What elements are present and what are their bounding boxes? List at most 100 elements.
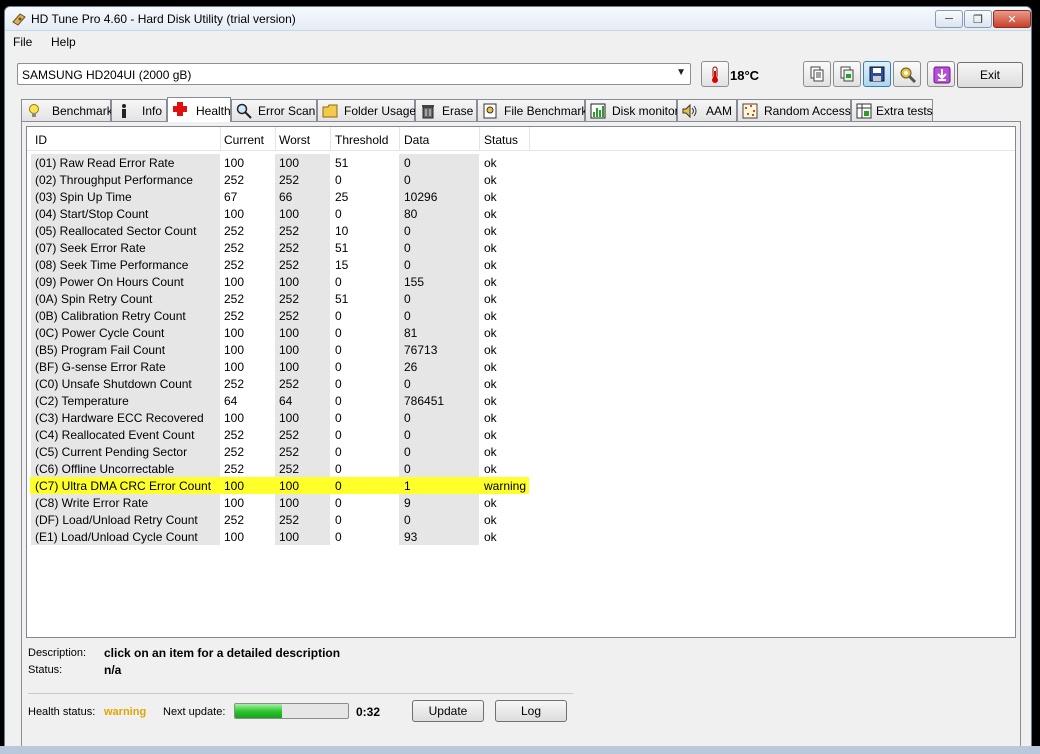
status-label: Status:	[28, 664, 63, 676]
tab-error-scan[interactable]: Error Scan	[231, 99, 317, 121]
column-divider[interactable]	[479, 127, 480, 151]
cell-id: (02) Throughput Performance	[31, 171, 220, 188]
update-button[interactable]: Update	[412, 700, 484, 722]
download-button[interactable]	[927, 61, 955, 87]
tab-random-access[interactable]: Random Access	[737, 99, 851, 121]
column-header-current[interactable]: Current	[224, 133, 264, 147]
table-row[interactable]: (BF) G-sense Error Rate 100 100 0 26 ok	[27, 358, 1015, 375]
column-header-threshold[interactable]: Threshold	[335, 133, 388, 147]
trash-icon	[422, 105, 434, 119]
exit-button[interactable]: Exit	[957, 62, 1023, 88]
table-row[interactable]: (02) Throughput Performance 252 252 0 0 ok	[27, 171, 1015, 188]
table-row[interactable]: (C0) Unsafe Shutdown Count 252 252 0 0 ok	[27, 375, 1015, 392]
table-row[interactable]: (C5) Current Pending Sector 252 252 0 0 ok	[27, 443, 1015, 460]
tab-folder-usage[interactable]: Folder Usage	[317, 99, 416, 121]
column-header-data[interactable]: Data	[404, 133, 429, 147]
cell-threshold: 15	[335, 258, 349, 272]
copy-screenshot-icon	[840, 66, 854, 82]
cell-id: (BF) G-sense Error Rate	[31, 358, 220, 375]
options-button[interactable]	[893, 61, 921, 87]
tab-aam[interactable]: AAM	[677, 99, 737, 121]
menu-file[interactable]: File	[13, 35, 32, 49]
menu-help[interactable]: Help	[51, 35, 76, 49]
close-button[interactable]: ✕	[993, 10, 1031, 28]
maximize-button[interactable]: ❐	[964, 10, 992, 28]
cell-id: (C7) Ultra DMA CRC Error Count	[35, 479, 212, 493]
tab-erase[interactable]: Erase	[415, 99, 477, 121]
table-row[interactable]: (C4) Reallocated Event Count 252 252 0 0 ok	[27, 426, 1015, 443]
wrench-gear-icon	[900, 67, 917, 84]
cell-data: 81	[399, 324, 479, 341]
column-divider[interactable]	[330, 127, 331, 151]
column-header-id[interactable]: ID	[35, 133, 47, 147]
cell-id: (C5) Current Pending Sector	[31, 443, 220, 460]
column-header-worst[interactable]: Worst	[279, 133, 310, 147]
save-button[interactable]	[863, 61, 891, 87]
table-row[interactable]: (09) Power On Hours Count 100 100 0 155 ok	[27, 273, 1015, 290]
temperature-button[interactable]	[701, 61, 729, 87]
smart-attributes-table[interactable]: ID Current Worst Threshold Data Status (…	[26, 126, 1016, 638]
table-row[interactable]: (03) Spin Up Time 67 66 25 10296 ok	[27, 188, 1015, 205]
table-header: ID Current Worst Threshold Data Status	[27, 127, 1015, 151]
column-divider[interactable]	[529, 127, 530, 151]
red-cross-icon	[173, 102, 187, 116]
column-header-status[interactable]: Status	[484, 133, 518, 147]
table-row[interactable]: (DF) Load/Unload Retry Count 252 252 0 0 ok	[27, 511, 1015, 528]
cell-data: 0	[399, 511, 479, 528]
cell-current: 252	[224, 462, 245, 476]
table-row[interactable]: (05) Reallocated Sector Count 252 252 10 0 ok	[27, 222, 1015, 239]
table-row[interactable]: (01) Raw Read Error Rate 100 100 51 0 ok	[27, 154, 1015, 171]
log-button[interactable]: Log	[495, 700, 567, 722]
column-divider[interactable]	[275, 127, 276, 151]
table-row[interactable]: (C7) Ultra DMA CRC Error Count 100 100 0 1 wa…	[27, 477, 1015, 494]
table-row[interactable]: (E1) Load/Unload Cycle Count 100 100 0 93 ok	[27, 528, 1015, 545]
table-row[interactable]: (C2) Temperature 64 64 0 786451 ok	[27, 392, 1015, 409]
cell-status: ok	[484, 258, 497, 272]
cell-threshold: 10	[335, 224, 349, 238]
cell-current: 252	[224, 445, 245, 459]
cell-status: ok	[484, 343, 497, 357]
speaker-icon	[682, 103, 697, 119]
next-update-label: Next update:	[163, 706, 226, 718]
table-row[interactable]: (C6) Offline Uncorrectable 252 252 0 0 ok	[27, 460, 1015, 477]
tab-file-benchmark[interactable]: File Benchmark	[477, 99, 587, 121]
table-row[interactable]: (0C) Power Cycle Count 100 100 0 81 ok	[27, 324, 1015, 341]
column-divider[interactable]	[220, 127, 221, 151]
tab-health[interactable]: Health	[167, 97, 231, 122]
cell-threshold: 0	[335, 326, 342, 340]
tab-benchmark[interactable]: Benchmark	[21, 99, 113, 121]
dropdown-arrow-icon: ▼	[676, 67, 686, 78]
cell-current: 252	[224, 258, 245, 272]
table-row[interactable]: (07) Seek Error Rate 252 252 51 0 ok	[27, 239, 1015, 256]
table-row[interactable]: (B5) Program Fail Count 100 100 0 76713 ok	[27, 341, 1015, 358]
table-row[interactable]: (0A) Spin Retry Count 252 252 51 0 ok	[27, 290, 1015, 307]
next-update-progress	[234, 703, 349, 719]
cell-status: ok	[484, 309, 497, 323]
cell-worst: 252	[275, 256, 330, 273]
table-row[interactable]: (0B) Calibration Retry Count 252 252 0 0 ok	[27, 307, 1015, 324]
table-row[interactable]: (04) Start/Stop Count 100 100 0 80 ok	[27, 205, 1015, 222]
table-row[interactable]: (C3) Hardware ECC Recovered 100 100 0 0 ok	[27, 409, 1015, 426]
thermometer-icon	[712, 66, 718, 83]
cell-threshold: 0	[335, 530, 342, 544]
tab-info[interactable]: Info	[111, 99, 167, 121]
cell-id: (0A) Spin Retry Count	[31, 290, 220, 307]
cell-threshold: 0	[335, 513, 342, 527]
table-row[interactable]: (C8) Write Error Rate 100 100 0 9 ok	[27, 494, 1015, 511]
minimize-button[interactable]: ─	[935, 10, 963, 28]
tab-extra-tests[interactable]: Extra tests	[851, 99, 933, 121]
cell-status: ok	[484, 530, 497, 544]
cell-worst: 252	[275, 426, 330, 443]
tab-disk-monitor[interactable]: Disk monitor	[585, 99, 679, 121]
title-bar[interactable]: HD Tune Pro 4.60 - Hard Disk Utility (tr…	[5, 7, 1031, 31]
copy-screenshot-button[interactable]	[833, 61, 861, 87]
table-row[interactable]: (08) Seek Time Performance 252 252 15 0 ok	[27, 256, 1015, 273]
progress-fill	[235, 704, 283, 718]
column-divider[interactable]	[399, 127, 400, 151]
cell-threshold: 0	[335, 275, 342, 289]
cell-data: 0	[399, 222, 479, 239]
drive-select[interactable]: SAMSUNG HD204UI (2000 gB) ▼	[17, 63, 691, 85]
health-status-label: Health status:	[28, 706, 96, 718]
tab-aam-label: AAM	[706, 104, 733, 118]
copy-info-button[interactable]	[803, 61, 831, 87]
